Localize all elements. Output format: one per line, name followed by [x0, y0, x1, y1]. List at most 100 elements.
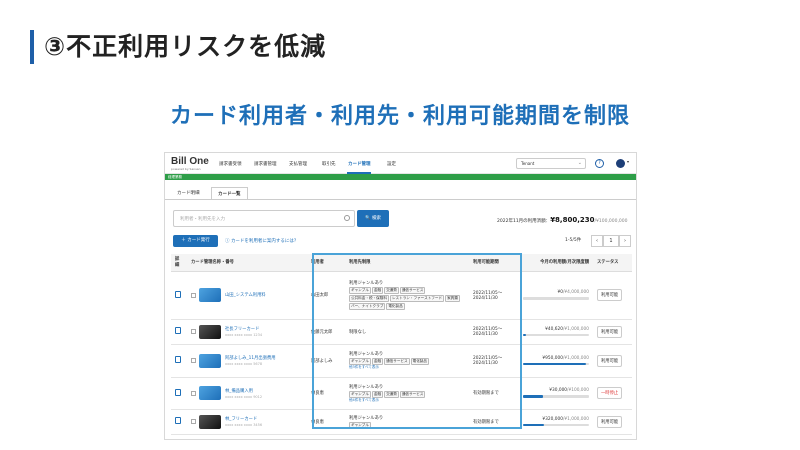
copy-icon[interactable]: [175, 327, 181, 334]
prev-page-icon[interactable]: ‹: [591, 235, 603, 247]
status-button[interactable]: 利用可能: [597, 354, 623, 367]
nav-settings[interactable]: 設定: [387, 161, 396, 167]
card-image: [199, 386, 221, 400]
restriction-tag: 交通費: [384, 390, 399, 398]
pager-range: 1-5/5件: [565, 238, 582, 243]
row-checkbox[interactable]: [191, 390, 196, 396]
card-name-cell: 山田_システム利用料: [187, 271, 307, 320]
section-bar: 経理業務: [165, 174, 636, 180]
row-checkbox[interactable]: [191, 292, 196, 298]
col-detail: 詳細: [171, 254, 187, 272]
usage-text: ¥40,620/¥1,000,000: [521, 327, 589, 332]
table-row[interactable]: 社長フリーカード xxxx xxxx xxxx 1234 佐藤元太郎 制限なし …: [171, 319, 632, 345]
restriction-tags: ギャンブル 金融 交通費 通信サービス: [349, 390, 465, 398]
status-button[interactable]: 一時停止: [597, 387, 623, 399]
restriction-tag: 交通費: [384, 287, 399, 294]
tenant-select[interactable]: Tenant ⌄: [516, 158, 586, 169]
period-cell: 2022/11/05〜 2024/11/30: [469, 271, 517, 320]
table-row[interactable]: 林_フリーカード xxxx xxxx xxxx 3456 林良恵 利用ジャンルあ…: [171, 409, 632, 435]
card-name[interactable]: 山田_システム利用料: [225, 292, 266, 298]
table-row[interactable]: 林_備品購入用 xxxx xxxx xxxx 9012 林良恵 利用ジャンルあり…: [171, 377, 632, 410]
howto-link[interactable]: ⓘ カードを利用者に案内するには？: [225, 238, 298, 244]
restriction-tag: ギャンブル: [349, 421, 371, 429]
restriction-cell: 利用ジャンルあり ギャンブル: [345, 409, 469, 435]
col-card-name: カード管理名称・番号: [187, 254, 307, 272]
status-cell: 利用可能: [593, 344, 632, 378]
status-button[interactable]: 利用可能: [597, 325, 623, 338]
detail-cell[interactable]: [171, 271, 187, 320]
copy-icon[interactable]: [175, 290, 181, 298]
show-more-link[interactable]: 他3件をすべて表示: [349, 365, 465, 370]
copy-icon[interactable]: [175, 417, 181, 424]
row-limit: /¥100,000: [567, 388, 589, 394]
detail-cell[interactable]: [171, 344, 187, 378]
usage-label: 2022年11月の利用済額：: [497, 219, 551, 224]
restriction-tags: ギャンブル 金融 交通費 通信サービス公共料金・税・保険料 レストラン・ファーストフード…: [349, 286, 465, 310]
row-checkbox[interactable]: [191, 358, 196, 363]
card-name[interactable]: 阿部よしみ_11月出張费用: [225, 355, 276, 361]
usage-limit: /¥100,000,000: [594, 219, 628, 224]
col-user: 利用者: [307, 254, 345, 272]
restriction-tag: 金融: [371, 287, 384, 294]
copy-icon[interactable]: [175, 356, 181, 363]
table-row[interactable]: 山田_システム利用料 山田太郎 利用ジャンルあり ギャンブル 金融 交通費 通信サービ…: [171, 271, 632, 320]
user-avatar-icon[interactable]: [616, 159, 625, 168]
search-input[interactable]: 利用者・利用先を入力: [173, 210, 355, 227]
card-name-block: 林_フリーカード xxxx xxxx xxxx 3456: [225, 416, 262, 427]
status-button[interactable]: 利用可能: [597, 415, 623, 428]
search-placeholder: 利用者・利用先を入力: [180, 217, 225, 222]
card-name[interactable]: 林_フリーカード: [225, 416, 262, 422]
period-cell: 有効期限まで: [469, 377, 517, 410]
nav-vendors[interactable]: 取引先: [322, 161, 336, 167]
restriction-tag: 金融: [371, 390, 384, 398]
row-checkbox[interactable]: [191, 329, 196, 334]
user-cell: 阿部よしみ: [307, 344, 345, 378]
show-more-link[interactable]: 他4件をすべて表示: [349, 398, 465, 403]
card-name[interactable]: 社長フリーカード: [225, 326, 262, 332]
tab-divider: [165, 199, 636, 200]
nav-invoice-receipt[interactable]: 請求書受領: [219, 161, 242, 167]
row-checkbox[interactable]: [191, 419, 196, 424]
card-name-block: 林_備品購入用 xxxx xxxx xxxx 9012: [225, 388, 262, 399]
period-cell: 有効期限まで: [469, 409, 517, 435]
detail-cell[interactable]: [171, 377, 187, 410]
nav-card-management[interactable]: カード管理: [348, 161, 371, 167]
restriction-tags: ギャンブル 金融 通信サービス 電化製品: [349, 357, 465, 365]
table-row[interactable]: 阿部よしみ_11月出張费用 xxxx xxxx xxxx 5678 阿部よしみ …: [171, 344, 632, 378]
nav-payment[interactable]: 支払管理: [289, 161, 307, 167]
card-name-block: 山田_システム利用料: [225, 292, 266, 299]
row-usage: ¥950,000: [542, 355, 563, 361]
help-icon[interactable]: ?: [595, 159, 604, 168]
caret-down-icon[interactable]: ▾: [627, 159, 629, 164]
row-limit: /¥1,000,000: [562, 355, 589, 361]
restriction-cell: 利用ジャンルあり ギャンブル 金融 交通費 通信サービス公共料金・税・保険料 レストラン…: [345, 271, 469, 320]
card-name-cell: 林_備品購入用 xxxx xxxx xxxx 9012: [187, 377, 307, 410]
usage-amount: ¥8,800,230: [550, 216, 595, 224]
page-number[interactable]: 1: [603, 235, 619, 247]
app-screenshot: Bill One powered by Sansan 請求書受領 請求書管理 支…: [164, 152, 637, 440]
row-usage: ¥30,000: [549, 388, 568, 394]
user-cell: 佐藤元太郎: [307, 319, 345, 345]
usage-progress-bar: [523, 395, 589, 398]
howto-link-label: カードを利用者に案内するには？: [230, 239, 299, 244]
nav-invoice-management[interactable]: 請求書管理: [254, 161, 277, 167]
next-page-icon[interactable]: ›: [619, 235, 631, 247]
detail-cell[interactable]: [171, 319, 187, 345]
clear-icon[interactable]: [344, 215, 350, 221]
card-name-block: 阿部よしみ_11月出張费用 xxxx xxxx xxxx 5678: [225, 355, 276, 366]
card-name[interactable]: 林_備品購入用: [225, 388, 262, 394]
period-cell: 2022/11/05〜 2024/11/30: [469, 344, 517, 378]
card-image: [199, 288, 221, 302]
status-button[interactable]: 利用可能: [597, 289, 623, 301]
status-cell: 一時停止: [593, 377, 632, 410]
top-nav: Bill One powered by Sansan 請求書受領 請求書管理 支…: [165, 153, 636, 174]
search-button[interactable]: 🔍 検索: [357, 210, 389, 227]
detail-cell[interactable]: [171, 409, 187, 435]
usage-cell: ¥30,000/¥100,000: [517, 377, 593, 410]
copy-icon[interactable]: [175, 388, 181, 396]
col-status: ステータス: [593, 254, 632, 272]
status-cell: 利用可能: [593, 409, 632, 435]
restriction-tag: ギャンブル: [349, 390, 371, 398]
issue-card-button[interactable]: ＋ カード発行: [173, 235, 218, 247]
row-usage: ¥320,000: [542, 416, 563, 422]
